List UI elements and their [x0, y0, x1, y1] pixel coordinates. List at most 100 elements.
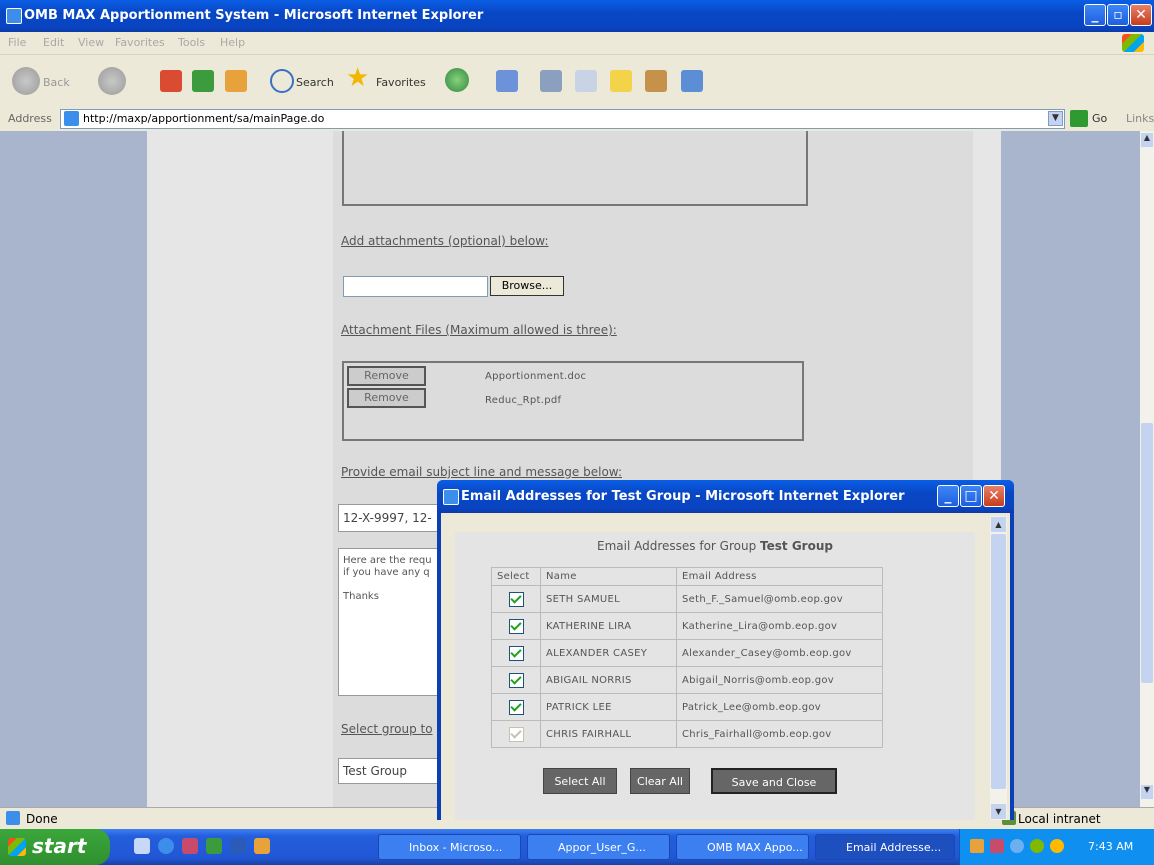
attachment-file-2: Reduc_Rpt.pdf — [485, 395, 562, 406]
home-icon[interactable] — [225, 70, 247, 92]
menu-tools[interactable]: Tools — [178, 36, 205, 49]
print-icon[interactable] — [540, 70, 562, 92]
save-and-close-button[interactable]: Save and Close — [711, 768, 837, 794]
popup-heading: Email Addresses for Group Test Group — [455, 539, 975, 553]
start-logo-icon — [8, 838, 26, 856]
table-row: KATHERINE LIRA Katherine_Lira@omb.eop.go… — [491, 612, 883, 640]
select-cell[interactable] — [491, 693, 541, 721]
row-checkbox[interactable] — [508, 645, 524, 661]
search-label[interactable]: Search — [296, 76, 334, 89]
menu-file[interactable]: File — [8, 36, 26, 49]
popup-body: Email Addresses for Group Test Group Sel… — [441, 513, 1010, 820]
row-checkbox[interactable] — [508, 591, 524, 607]
links-label[interactable]: Links — [1126, 112, 1154, 125]
favorites-label[interactable]: Favorites — [376, 76, 426, 89]
popup-minimize-button[interactable]: _ — [937, 485, 959, 507]
forward-arrow-icon[interactable] — [98, 67, 126, 95]
favorites-star-icon[interactable]: ★ — [346, 65, 369, 91]
menu-view[interactable]: View — [78, 36, 104, 49]
minimize-button[interactable]: _ — [1084, 4, 1106, 26]
task-email-addresses[interactable]: Email Addresse... — [815, 834, 955, 860]
select-cell[interactable] — [491, 585, 541, 613]
row-checkbox[interactable] — [508, 672, 524, 688]
popup-scrollbar[interactable]: ▲ ▼ — [990, 516, 1007, 820]
back-arrow-icon[interactable] — [12, 67, 40, 95]
select-cell[interactable] — [491, 639, 541, 667]
scroll-up-icon[interactable]: ▲ — [1141, 133, 1153, 147]
email-cell: Patrick_Lee@omb.eop.gov — [676, 693, 883, 721]
quick-launch-outlook-icon[interactable] — [254, 838, 270, 854]
notes-icon[interactable] — [610, 70, 632, 92]
tray-speaker-icon[interactable] — [1050, 839, 1064, 853]
refresh-icon[interactable] — [192, 70, 214, 92]
row-checkbox[interactable] — [508, 726, 524, 742]
select-cell[interactable] — [491, 666, 541, 694]
research-icon[interactable] — [645, 70, 667, 92]
quick-launch-ie-icon[interactable] — [158, 838, 174, 854]
file-path-input[interactable] — [343, 276, 488, 297]
scroll-thumb[interactable] — [1141, 423, 1153, 683]
select-all-button[interactable]: Select All — [543, 768, 617, 794]
go-label[interactable]: Go — [1092, 112, 1107, 125]
tray-outlook-icon[interactable] — [970, 839, 984, 853]
subject-label: Provide email subject line and message b… — [341, 465, 622, 479]
clear-all-button[interactable]: Clear All — [630, 768, 690, 794]
table-row: SETH SAMUEL Seth_F._Samuel@omb.eop.gov — [491, 585, 883, 613]
left-column — [147, 131, 333, 807]
search-icon[interactable] — [270, 69, 294, 93]
go-arrow-icon[interactable] — [1070, 110, 1088, 127]
address-input[interactable]: http://maxp/apportionment/sa/mainPage.do… — [60, 109, 1065, 129]
stop-icon[interactable] — [160, 70, 182, 92]
tray-status-icon[interactable] — [1030, 839, 1044, 853]
name-cell: KATHERINE LIRA — [540, 612, 677, 640]
start-button[interactable]: start — [0, 829, 110, 865]
popup-maximize-button[interactable]: □ — [960, 485, 982, 507]
popup-scroll-down-icon[interactable]: ▼ — [991, 804, 1006, 819]
popup-close-button[interactable]: ✕ — [983, 485, 1005, 507]
popup-title: Email Addresses for Test Group - Microso… — [461, 489, 905, 504]
email-cell: Chris_Fairhall@omb.eop.gov — [676, 720, 883, 748]
remove-button-2[interactable]: Remove — [347, 388, 426, 408]
row-checkbox[interactable] — [508, 618, 524, 634]
tray-app-icon[interactable] — [990, 839, 1004, 853]
history-icon[interactable] — [445, 68, 469, 92]
email-cell: Abigail_Norris@omb.eop.gov — [676, 666, 883, 694]
popup-ie-icon — [443, 489, 459, 505]
popup-title-bar[interactable]: Email Addresses for Test Group - Microso… — [437, 480, 1014, 513]
task-omb-max[interactable]: OMB MAX Appo... — [676, 834, 809, 860]
browse-button[interactable]: Browse... — [490, 276, 564, 296]
task-appor-user-guide[interactable]: Appor_User_G... — [527, 834, 670, 860]
menu-help[interactable]: Help — [220, 36, 245, 49]
col-name: Name — [540, 567, 677, 586]
toolbar: Back Search ★ Favorites — [0, 55, 1154, 108]
task-inbox[interactable]: Inbox - Microso... — [378, 834, 521, 860]
scroll-down-icon[interactable]: ▼ — [1141, 785, 1153, 799]
email-popup-window: Email Addresses for Test Group - Microso… — [437, 480, 1014, 820]
select-cell[interactable] — [491, 720, 541, 748]
quick-launch-desktop-icon[interactable] — [134, 838, 150, 854]
address-dropdown-icon[interactable]: ▼ — [1048, 111, 1063, 126]
page-scrollbar[interactable]: ▲ ▼ — [1140, 131, 1154, 807]
close-button[interactable]: ✕ — [1130, 4, 1152, 26]
quick-launch-app-icon[interactable] — [182, 838, 198, 854]
row-checkbox[interactable] — [508, 699, 524, 715]
quick-launch-excel-icon[interactable] — [206, 838, 222, 854]
menu-favorites[interactable]: Favorites — [115, 36, 165, 49]
message-box-top[interactable] — [342, 131, 808, 206]
menu-edit[interactable]: Edit — [43, 36, 64, 49]
mail-icon[interactable] — [496, 70, 518, 92]
quick-launch-word-icon[interactable] — [230, 838, 246, 854]
edit-icon[interactable] — [575, 70, 597, 92]
name-cell: ALEXANDER CASEY — [540, 639, 677, 667]
window-title-bar[interactable]: OMB MAX Apportionment System - Microsoft… — [0, 0, 1154, 32]
tray-network-icon[interactable] — [1010, 839, 1024, 853]
messenger-icon[interactable] — [681, 70, 703, 92]
select-cell[interactable] — [491, 612, 541, 640]
remove-button-1[interactable]: Remove — [347, 366, 426, 386]
page-done-icon — [6, 811, 20, 825]
popup-scroll-up-icon[interactable]: ▲ — [991, 517, 1006, 532]
popup-scroll-thumb[interactable] — [991, 534, 1006, 789]
back-label[interactable]: Back — [43, 76, 70, 89]
system-tray: 7:43 AM — [959, 829, 1154, 865]
restore-button[interactable]: ▫ — [1107, 4, 1129, 26]
